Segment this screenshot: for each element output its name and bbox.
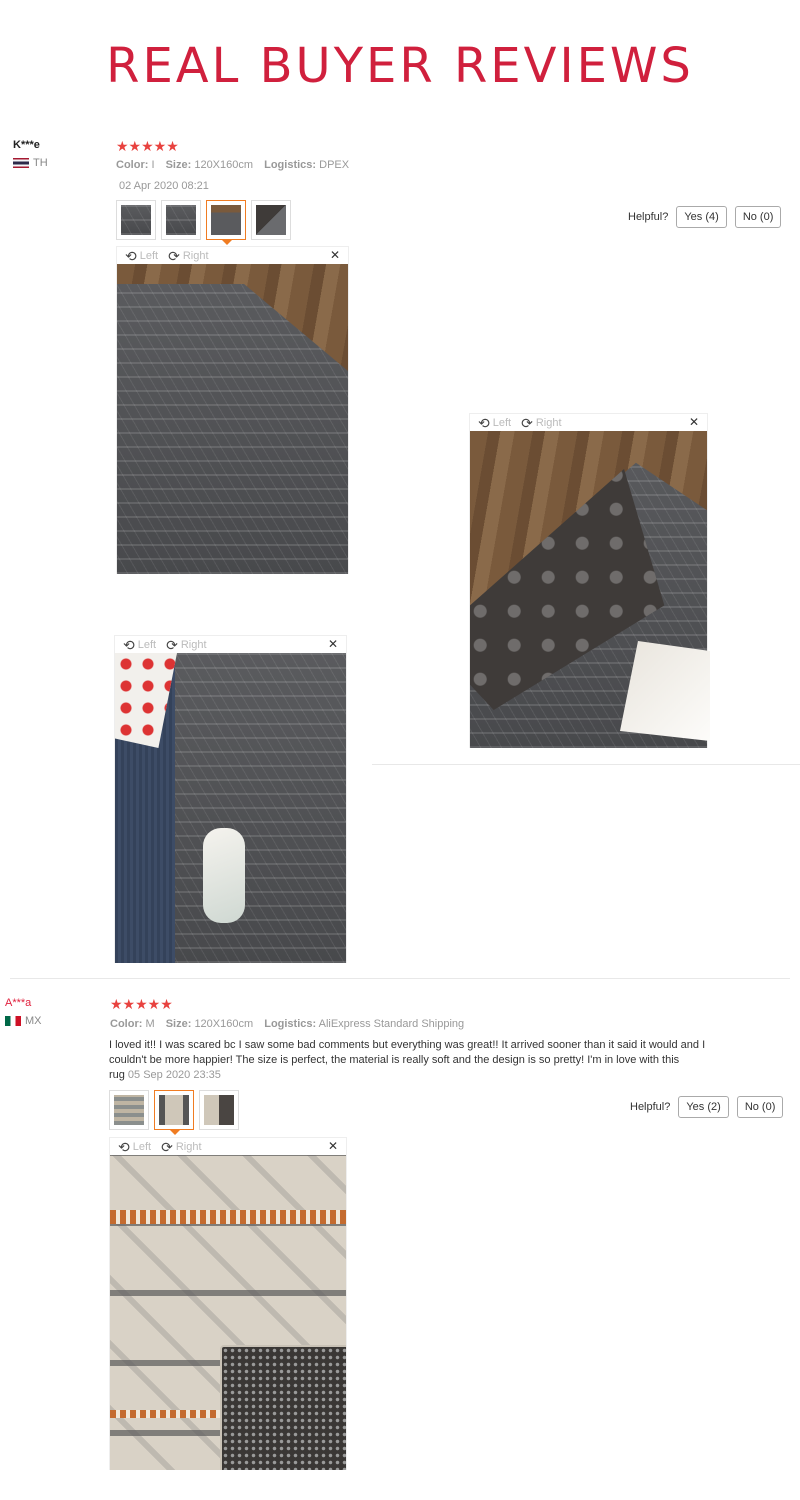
review-photo bbox=[117, 264, 348, 574]
photo-viewer: ⟲ Left ⟳ Right ✕ bbox=[109, 1137, 347, 1470]
page-title: REAL BUYER REVIEWS bbox=[106, 38, 694, 94]
photo-viewer: ⟲ Left ⟳ Right ✕ bbox=[114, 635, 347, 963]
review-date: 05 Sep 2020 23:35 bbox=[127, 1069, 221, 1081]
photo-thumbnail[interactable] bbox=[251, 200, 291, 240]
viewer-toolbar: ⟲ Left ⟳ Right ✕ bbox=[117, 247, 348, 264]
order-meta: Color: M Size: 120X160cm Logistics: AliE… bbox=[110, 1018, 464, 1030]
photo-thumbnail[interactable] bbox=[116, 200, 156, 240]
logistics-value: AliExpress Standard Shipping bbox=[318, 1018, 465, 1030]
reviewer-name: K***e bbox=[13, 139, 40, 151]
rotate-right-icon[interactable]: ⟳ bbox=[166, 638, 178, 652]
photo-thumbnail[interactable] bbox=[109, 1090, 149, 1130]
review-photo bbox=[110, 1155, 346, 1470]
divider bbox=[10, 978, 790, 979]
logistics-label: Logistics: bbox=[264, 1018, 317, 1030]
color-value: I bbox=[151, 159, 155, 171]
viewer-toolbar: ⟲ Left ⟳ Right ✕ bbox=[115, 636, 346, 653]
helpful-votes: Helpful? Yes (4) No (0) bbox=[628, 206, 782, 228]
rotate-left-label[interactable]: Left bbox=[140, 250, 158, 262]
star-rating: ★★★★★ bbox=[110, 996, 173, 1012]
rotate-left-label[interactable]: Left bbox=[133, 1141, 151, 1153]
order-meta: Color: I Size: 120X160cm Logistics: DPEX bbox=[116, 159, 349, 171]
review-photo bbox=[470, 431, 710, 748]
logistics-value: DPEX bbox=[319, 159, 350, 171]
review-photo bbox=[115, 653, 346, 963]
rotate-right-label[interactable]: Right bbox=[536, 417, 562, 429]
viewer-toolbar: ⟲ Left ⟳ Right ✕ bbox=[470, 414, 707, 431]
rotate-left-label[interactable]: Left bbox=[493, 417, 511, 429]
divider bbox=[372, 764, 800, 765]
photo-thumbnail-active[interactable] bbox=[154, 1090, 194, 1135]
color-label: Color: bbox=[116, 159, 149, 171]
rotate-left-icon[interactable]: ⟲ bbox=[123, 638, 135, 652]
color-label: Color: bbox=[110, 1018, 143, 1030]
rotate-left-label[interactable]: Left bbox=[138, 639, 156, 651]
close-icon[interactable]: ✕ bbox=[328, 1139, 338, 1153]
close-icon[interactable]: ✕ bbox=[330, 248, 340, 262]
rotate-right-label[interactable]: Right bbox=[183, 250, 209, 262]
close-icon[interactable]: ✕ bbox=[689, 415, 699, 429]
helpful-votes: Helpful? Yes (2) No (0) bbox=[630, 1096, 784, 1118]
photo-thumbnails bbox=[116, 200, 291, 245]
rotate-right-label[interactable]: Right bbox=[181, 639, 207, 651]
size-value: 120X160cm bbox=[194, 159, 254, 171]
size-label: Size: bbox=[165, 159, 192, 171]
country-code: MX bbox=[25, 1015, 42, 1027]
photo-thumbnail-active[interactable] bbox=[206, 200, 246, 245]
viewer-toolbar: ⟲ Left ⟳ Right ✕ bbox=[110, 1138, 346, 1155]
rotate-left-icon[interactable]: ⟲ bbox=[118, 1140, 130, 1154]
reviewer-name: A***a bbox=[5, 997, 32, 1009]
star-rating: ★★★★★ bbox=[116, 138, 179, 154]
photo-thumbnails bbox=[109, 1090, 239, 1135]
country-code: TH bbox=[33, 157, 48, 169]
close-icon[interactable]: ✕ bbox=[328, 637, 338, 651]
rotate-left-icon[interactable]: ⟲ bbox=[478, 416, 490, 430]
thailand-flag-icon bbox=[13, 158, 29, 168]
helpful-yes-button[interactable]: Yes (2) bbox=[678, 1096, 729, 1118]
rotate-right-icon[interactable]: ⟳ bbox=[161, 1140, 173, 1154]
reviewer-country: MX bbox=[5, 1015, 42, 1027]
review-text: I loved it!! I was scared bc I saw some … bbox=[109, 1038, 709, 1083]
rotate-right-label[interactable]: Right bbox=[176, 1141, 202, 1153]
reviewer-info: A***a MX bbox=[5, 997, 42, 1027]
photo-viewer: ⟲ Left ⟳ Right ✕ bbox=[116, 246, 349, 574]
color-value: M bbox=[145, 1018, 155, 1030]
helpful-label: Helpful? bbox=[630, 1101, 671, 1113]
photo-thumbnail[interactable] bbox=[161, 200, 201, 240]
helpful-label: Helpful? bbox=[628, 211, 669, 223]
rotate-right-icon[interactable]: ⟳ bbox=[168, 249, 180, 263]
rotate-right-icon[interactable]: ⟳ bbox=[521, 416, 533, 430]
helpful-no-button[interactable]: No (0) bbox=[734, 206, 782, 228]
photo-viewer: ⟲ Left ⟳ Right ✕ bbox=[469, 413, 710, 748]
reviewer-country: TH bbox=[13, 157, 48, 169]
review-date: 02 Apr 2020 08:21 bbox=[119, 180, 209, 192]
logistics-label: Logistics: bbox=[264, 159, 317, 171]
helpful-no-button[interactable]: No (0) bbox=[736, 1096, 784, 1118]
reviewer-info: K***e TH bbox=[13, 139, 48, 169]
size-value: 120X160cm bbox=[194, 1018, 254, 1030]
mexico-flag-icon bbox=[5, 1016, 21, 1026]
helpful-yes-button[interactable]: Yes (4) bbox=[676, 206, 727, 228]
size-label: Size: bbox=[165, 1018, 192, 1030]
photo-thumbnail[interactable] bbox=[199, 1090, 239, 1130]
rotate-left-icon[interactable]: ⟲ bbox=[125, 249, 137, 263]
